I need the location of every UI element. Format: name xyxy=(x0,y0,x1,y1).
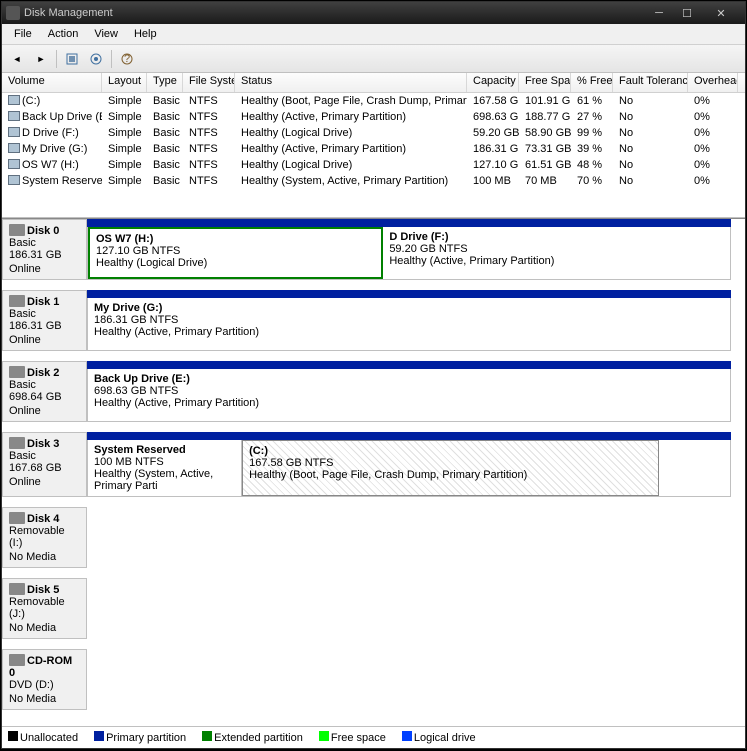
drive-icon xyxy=(8,175,20,185)
volume-list: Volume Layout Type File System Status Ca… xyxy=(2,73,745,218)
disk-partitions xyxy=(87,507,731,568)
disk-info[interactable]: Disk 2Basic698.64 GBOnline xyxy=(2,361,87,422)
partition[interactable]: System Reserved100 MB NTFSHealthy (Syste… xyxy=(88,440,242,496)
partition[interactable]: Back Up Drive (E:)698.63 GB NTFSHealthy … xyxy=(88,369,730,421)
col-capacity[interactable]: Capacity xyxy=(467,73,519,92)
maximize-button[interactable]: ☐ xyxy=(673,4,701,22)
partition[interactable]: My Drive (G:)186.31 GB NTFSHealthy (Acti… xyxy=(88,298,730,350)
menu-file[interactable]: File xyxy=(6,26,40,42)
disk-icon xyxy=(9,583,25,595)
disk-row: CD-ROM 0DVD (D:)No Media xyxy=(2,649,745,720)
drive-icon xyxy=(8,127,20,137)
disk-partitions xyxy=(87,649,731,710)
disk-icon xyxy=(9,295,25,307)
disk-icon xyxy=(9,437,25,449)
back-button[interactable]: ◄ xyxy=(6,48,28,70)
window-title: Disk Management xyxy=(24,7,645,19)
drive-icon xyxy=(8,143,20,153)
minimize-button[interactable]: ─ xyxy=(645,4,673,22)
svg-text:?: ? xyxy=(124,53,130,65)
disk-info[interactable]: CD-ROM 0DVD (D:)No Media xyxy=(2,649,87,710)
legend-free: Free space xyxy=(331,732,386,744)
menu-action[interactable]: Action xyxy=(40,26,87,42)
col-fs[interactable]: File System xyxy=(183,73,235,92)
volume-row[interactable]: Back Up Drive (E:)SimpleBasicNTFSHealthy… xyxy=(2,109,745,125)
disk-info[interactable]: Disk 1Basic186.31 GBOnline xyxy=(2,290,87,351)
disk-info[interactable]: Disk 3Basic167.68 GBOnline xyxy=(2,432,87,497)
drive-icon xyxy=(8,159,20,169)
window: Disk Management ─ ☐ ✕ File Action View H… xyxy=(1,1,746,749)
legend: Unallocated Primary partition Extended p… xyxy=(2,726,745,748)
disk-icon xyxy=(9,512,25,524)
settings-button[interactable] xyxy=(85,48,107,70)
col-pct[interactable]: % Free xyxy=(571,73,613,92)
disk-icon xyxy=(9,224,25,236)
content: Volume Layout Type File System Status Ca… xyxy=(2,73,745,748)
app-icon xyxy=(6,6,20,20)
disk-row: Disk 2Basic698.64 GBOnlineBack Up Drive … xyxy=(2,361,745,432)
col-ft[interactable]: Fault Tolerance xyxy=(613,73,688,92)
disk-partitions: Back Up Drive (E:)698.63 GB NTFSHealthy … xyxy=(87,361,731,422)
disk-info[interactable]: Disk 5Removable (J:)No Media xyxy=(2,578,87,639)
disk-info[interactable]: Disk 4Removable (I:)No Media xyxy=(2,507,87,568)
col-overhead[interactable]: Overhead xyxy=(688,73,738,92)
help-button[interactable]: ? xyxy=(116,48,138,70)
disk-info[interactable]: Disk 0Basic186.31 GBOnline xyxy=(2,219,87,280)
disk-row: Disk 0Basic186.31 GBOnlineOS W7 (H:)127.… xyxy=(2,219,745,290)
toolbar: ◄ ► ? xyxy=(2,45,745,73)
refresh-button[interactable] xyxy=(61,48,83,70)
menu-help[interactable]: Help xyxy=(126,26,165,42)
graphical-view[interactable]: Disk 0Basic186.31 GBOnlineOS W7 (H:)127.… xyxy=(2,218,745,726)
legend-logical: Logical drive xyxy=(414,732,476,744)
disk-icon xyxy=(9,654,25,666)
disk-icon xyxy=(9,366,25,378)
volume-row[interactable]: (C:)SimpleBasicNTFSHealthy (Boot, Page F… xyxy=(2,93,745,109)
drive-icon xyxy=(8,111,20,121)
menubar: File Action View Help xyxy=(2,24,745,45)
volume-row[interactable]: My Drive (G:)SimpleBasicNTFSHealthy (Act… xyxy=(2,141,745,157)
col-free[interactable]: Free Space xyxy=(519,73,571,92)
col-volume[interactable]: Volume xyxy=(2,73,102,92)
partition[interactable]: D Drive (F:)59.20 GB NTFSHealthy (Active… xyxy=(383,227,653,279)
col-type[interactable]: Type xyxy=(147,73,183,92)
disk-row: Disk 3Basic167.68 GBOnlineSystem Reserve… xyxy=(2,432,745,507)
column-headers: Volume Layout Type File System Status Ca… xyxy=(2,73,745,93)
col-status[interactable]: Status xyxy=(235,73,467,92)
legend-primary: Primary partition xyxy=(106,732,186,744)
forward-button[interactable]: ► xyxy=(30,48,52,70)
col-layout[interactable]: Layout xyxy=(102,73,147,92)
legend-extended: Extended partition xyxy=(214,732,303,744)
menu-view[interactable]: View xyxy=(86,26,126,42)
legend-unallocated: Unallocated xyxy=(20,732,78,744)
volume-row[interactable]: System ReservedSimpleBasicNTFSHealthy (S… xyxy=(2,173,745,189)
close-button[interactable]: ✕ xyxy=(701,4,741,22)
volume-row[interactable]: OS W7 (H:)SimpleBasicNTFSHealthy (Logica… xyxy=(2,157,745,173)
titlebar[interactable]: Disk Management ─ ☐ ✕ xyxy=(2,2,745,24)
partition[interactable]: (C:)167.58 GB NTFSHealthy (Boot, Page Fi… xyxy=(242,440,659,496)
partition[interactable]: OS W7 (H:)127.10 GB NTFSHealthy (Logical… xyxy=(88,227,383,279)
disk-row: Disk 1Basic186.31 GBOnlineMy Drive (G:)1… xyxy=(2,290,745,361)
disk-partitions: My Drive (G:)186.31 GB NTFSHealthy (Acti… xyxy=(87,290,731,351)
disk-partitions xyxy=(87,578,731,639)
disk-row: Disk 5Removable (J:)No Media xyxy=(2,578,745,649)
disk-partitions: OS W7 (H:)127.10 GB NTFSHealthy (Logical… xyxy=(87,219,731,280)
volume-row[interactable]: D Drive (F:)SimpleBasicNTFSHealthy (Logi… xyxy=(2,125,745,141)
drive-icon xyxy=(8,95,20,105)
disk-partitions: System Reserved100 MB NTFSHealthy (Syste… xyxy=(87,432,731,497)
disk-row: Disk 4Removable (I:)No Media xyxy=(2,507,745,578)
